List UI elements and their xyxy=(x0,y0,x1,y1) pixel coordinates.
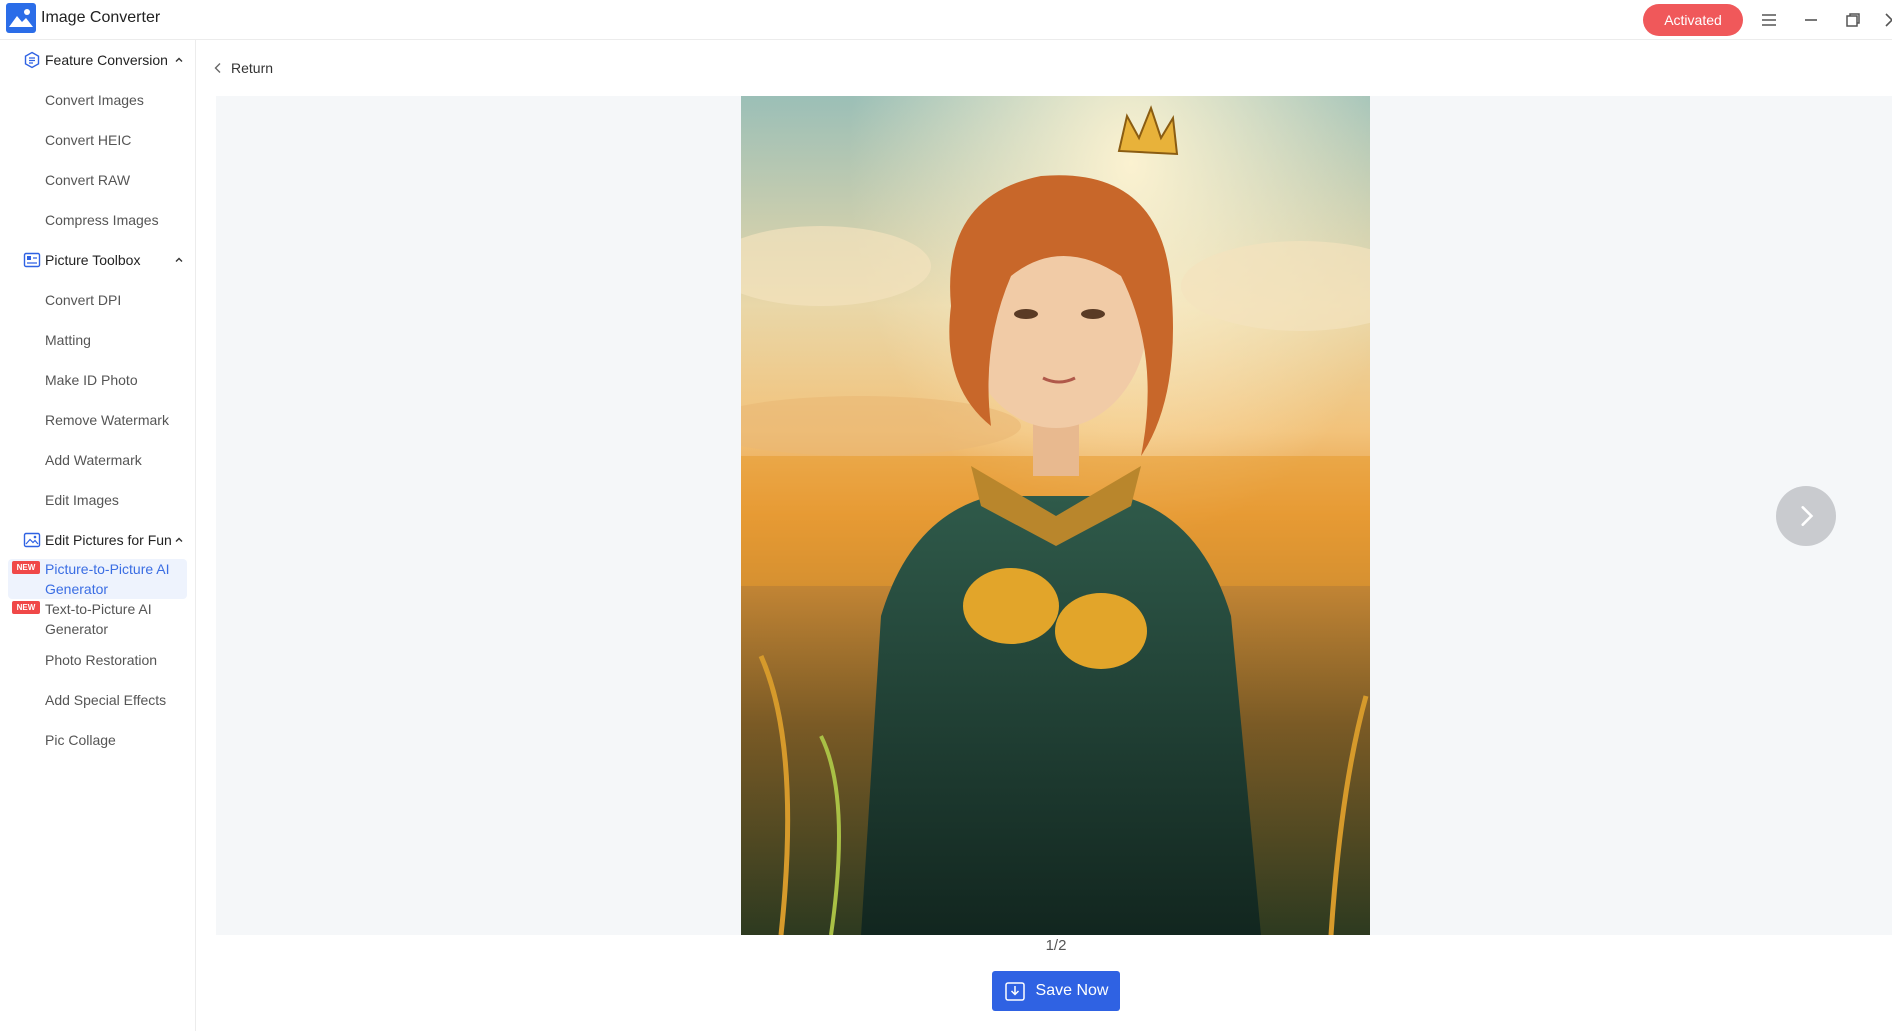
sidebar-item-text-to-picture-ai-generator[interactable]: NEW Text-to-Picture AI Generator xyxy=(8,599,187,639)
menu-icon[interactable] xyxy=(1757,8,1781,32)
sidebar-item-pic-collage[interactable]: Pic Collage xyxy=(8,722,187,758)
save-now-button[interactable]: Save Now xyxy=(992,971,1120,1011)
new-badge: NEW xyxy=(12,561,40,574)
page-counter: 1/2 xyxy=(1045,937,1067,954)
generated-image xyxy=(741,96,1370,935)
group-label: Edit Pictures for Fun xyxy=(45,532,172,548)
group-feature-conversion[interactable]: Feature Conversion xyxy=(0,44,196,76)
group-label: Feature Conversion xyxy=(45,52,168,68)
return-label: Return xyxy=(231,60,274,76)
new-badge: NEW xyxy=(12,601,40,614)
sidebar-item-label: Text-to-Picture AI Generator xyxy=(45,601,152,637)
chevron-up-icon xyxy=(175,257,183,262)
sidebar: Feature Conversion Convert Images Conver… xyxy=(0,40,196,1031)
close-icon[interactable] xyxy=(1880,8,1892,32)
chevron-left-icon xyxy=(214,63,221,73)
sidebar-item-convert-raw[interactable]: Convert RAW xyxy=(8,162,187,198)
sidebar-item-convert-images[interactable]: Convert Images xyxy=(8,82,187,118)
save-now-label: Save Now xyxy=(1035,982,1109,999)
activated-button[interactable]: Activated xyxy=(1643,4,1743,36)
sidebar-item-remove-watermark[interactable]: Remove Watermark xyxy=(8,402,187,438)
minimize-icon[interactable] xyxy=(1799,8,1823,32)
sidebar-item-photo-restoration[interactable]: Photo Restoration xyxy=(8,642,187,678)
group-label: Picture Toolbox xyxy=(45,252,141,268)
sidebar-item-picture-to-picture-ai-generator[interactable]: NEW Picture-to-Picture AI Generator xyxy=(8,559,187,599)
sidebar-item-matting[interactable]: Matting xyxy=(8,322,187,358)
app-logo-icon xyxy=(6,3,36,33)
download-icon xyxy=(1004,982,1025,1001)
title-bar: Image Converter Activated xyxy=(0,0,1892,40)
sidebar-item-add-special-effects[interactable]: Add Special Effects xyxy=(8,682,187,718)
group-picture-toolbox[interactable]: Picture Toolbox xyxy=(0,244,196,276)
sidebar-item-add-watermark[interactable]: Add Watermark xyxy=(8,442,187,478)
app-title: Image Converter xyxy=(41,9,161,26)
restore-icon[interactable] xyxy=(1841,8,1865,32)
sidebar-item-convert-dpi[interactable]: Convert DPI xyxy=(8,282,187,318)
chevron-up-icon xyxy=(175,537,183,542)
sidebar-item-convert-heic[interactable]: Convert HEIC xyxy=(8,122,187,158)
chevron-right-icon xyxy=(1801,506,1814,526)
picture-toolbox-icon xyxy=(23,252,41,268)
feature-conversion-icon xyxy=(24,51,40,69)
next-image-button[interactable] xyxy=(1776,486,1836,546)
group-edit-pictures-for-fun[interactable]: Edit Pictures for Fun xyxy=(0,524,196,556)
return-link[interactable]: Return xyxy=(213,58,273,78)
edit-pictures-icon xyxy=(23,532,41,548)
chevron-up-icon xyxy=(175,57,183,62)
sidebar-item-make-id-photo[interactable]: Make ID Photo xyxy=(8,362,187,398)
sidebar-item-label: Picture-to-Picture AI Generator xyxy=(45,561,170,597)
sidebar-item-edit-images[interactable]: Edit Images xyxy=(8,482,187,518)
sidebar-item-compress-images[interactable]: Compress Images xyxy=(8,202,187,238)
